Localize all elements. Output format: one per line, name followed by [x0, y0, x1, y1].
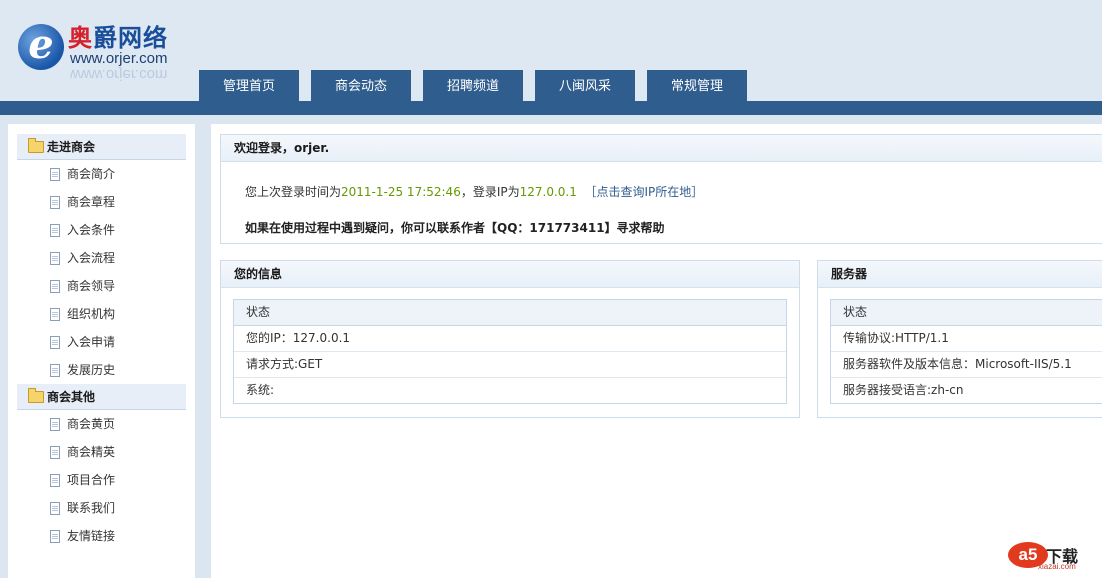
logo-company-name: 奥爵网络 — [68, 24, 168, 52]
document-icon — [50, 168, 60, 181]
sidebar-item-charter[interactable]: 商会章程 — [17, 188, 186, 216]
document-icon — [50, 252, 60, 265]
table-row-language: 服务器接受语言:zh-cn — [843, 383, 964, 397]
last-login-time: 2011-1-25 17:52:46 — [341, 185, 461, 199]
query-ip-location-link[interactable]: ［点击查询IP所在地］ — [585, 185, 704, 199]
document-icon — [50, 446, 60, 459]
sidebar-group-other: 商会其他 商会黄页 商会精英 项目合作 联系我们 友情链接 — [17, 384, 186, 550]
sidebar-group-about: 走进商会 商会简介 商会章程 入会条件 入会流程 商会领导 组织机构 入会申请 … — [17, 134, 186, 384]
header: e 奥爵网络 www.orjer.com www.orjer.com 管理首页 … — [0, 0, 1102, 101]
sidebar-item-organization[interactable]: 组织机构 — [17, 300, 186, 328]
document-icon — [50, 280, 60, 293]
main-content: 欢迎登录，orjer. 您上次登录时间为2011-1-25 17:52:46，登… — [211, 124, 1102, 578]
server-info-table: 状态 传输协议:HTTP/1.1 服务器软件及版本信息：Microsoft-II… — [830, 299, 1102, 404]
help-contact-text: 如果在使用过程中遇到疑问，你可以联系作者【QQ：171773411】寻求帮助 — [245, 221, 665, 235]
document-icon — [50, 474, 60, 487]
sidebar-group-header[interactable]: 走进商会 — [17, 134, 186, 160]
document-icon — [50, 336, 60, 349]
document-icon — [50, 530, 60, 543]
sidebar-item-intro[interactable]: 商会简介 — [17, 160, 186, 188]
sidebar-item-leaders[interactable]: 商会领导 — [17, 272, 186, 300]
sidebar-group-title: 商会其他 — [47, 390, 96, 404]
welcome-title: 欢迎登录，orjer. — [221, 135, 1102, 162]
nav-tab-general[interactable]: 常规管理 — [647, 70, 747, 101]
user-info-title: 您的信息 — [221, 261, 799, 288]
sidebar: 走进商会 商会简介 商会章程 入会条件 入会流程 商会领导 组织机构 入会申请 … — [8, 124, 195, 578]
logo-url: www.orjer.com — [70, 50, 168, 67]
sidebar-item-cooperation[interactable]: 项目合作 — [17, 466, 186, 494]
last-login-info: 您上次登录时间为2011-1-25 17:52:46，登录IP为127.0.0.… — [245, 185, 704, 199]
folder-icon — [28, 388, 44, 403]
nav-tab-news[interactable]: 商会动态 — [311, 70, 411, 101]
sidebar-item-apply[interactable]: 入会申请 — [17, 328, 186, 356]
server-info-panel: 服务器 状态 传输协议:HTTP/1.1 服务器软件及版本信息：Microsof… — [817, 260, 1102, 418]
table-header: 状态 — [831, 300, 1102, 326]
sidebar-item-elite[interactable]: 商会精英 — [17, 438, 186, 466]
sidebar-item-yellow-pages[interactable]: 商会黄页 — [17, 410, 186, 438]
table-row-method: 请求方式:GET — [234, 352, 786, 378]
document-icon — [50, 224, 60, 237]
nav-bar-strip — [0, 101, 1102, 115]
sidebar-item-history[interactable]: 发展历史 — [17, 356, 186, 384]
nav-tab-home[interactable]: 管理首页 — [199, 70, 299, 101]
sidebar-group-header[interactable]: 商会其他 — [17, 384, 186, 410]
sidebar-group-title: 走进商会 — [47, 140, 96, 154]
document-icon — [50, 364, 60, 377]
watermark-subtext: xiazai.com — [1038, 562, 1076, 571]
welcome-panel: 欢迎登录，orjer. 您上次登录时间为2011-1-25 17:52:46，登… — [220, 134, 1102, 244]
user-info-panel: 您的信息 状态 您的IP：127.0.0.1 请求方式:GET 系统: — [220, 260, 800, 418]
sidebar-item-links[interactable]: 友情链接 — [17, 522, 186, 550]
sidebar-item-process[interactable]: 入会流程 — [17, 244, 186, 272]
a5-watermark: a5 下载 xiazai.com — [1008, 542, 1088, 572]
sidebar-item-contact[interactable]: 联系我们 — [17, 494, 186, 522]
site-logo[interactable]: e 奥爵网络 www.orjer.com www.orjer.com — [18, 20, 198, 83]
table-row-software: 服务器软件及版本信息：Microsoft-IIS/5.1 — [831, 352, 1102, 378]
user-info-table: 状态 您的IP：127.0.0.1 请求方式:GET 系统: — [233, 299, 787, 404]
document-icon — [50, 502, 60, 515]
logo-e-icon: e — [18, 24, 64, 70]
nav-tab-recruit[interactable]: 招聘频道 — [423, 70, 523, 101]
document-icon — [50, 418, 60, 431]
table-row-ip: 您的IP：127.0.0.1 — [234, 326, 786, 352]
server-info-title: 服务器 — [818, 261, 1102, 288]
folder-icon — [28, 138, 44, 153]
main-nav: 管理首页 商会动态 招聘频道 八闽风采 常规管理 — [199, 70, 759, 101]
nav-tab-showcase[interactable]: 八闽风采 — [535, 70, 635, 101]
table-header: 状态 — [234, 300, 786, 326]
table-row-protocol: 传输协议:HTTP/1.1 — [831, 326, 1102, 352]
logo-url-reflection: www.orjer.com — [70, 66, 168, 83]
sidebar-item-conditions[interactable]: 入会条件 — [17, 216, 186, 244]
last-login-ip: 127.0.0.1 — [519, 185, 577, 199]
document-icon — [50, 196, 60, 209]
document-icon — [50, 308, 60, 321]
table-row-system: 系统: — [246, 383, 275, 397]
